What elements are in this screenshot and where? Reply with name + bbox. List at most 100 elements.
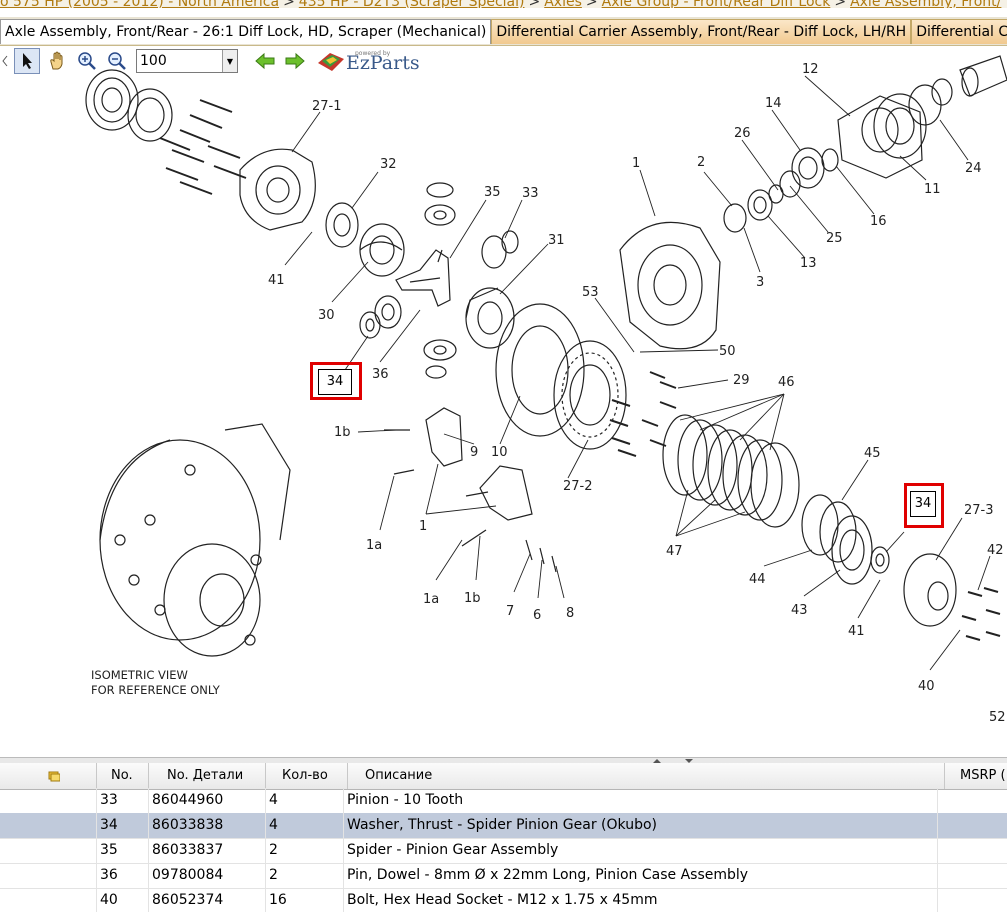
callout-1a[interactable]: 1a bbox=[366, 538, 382, 553]
header-no[interactable]: No. bbox=[96, 763, 148, 789]
zoom-out-button[interactable] bbox=[104, 48, 130, 74]
cell-empty bbox=[0, 888, 96, 912]
callout-50[interactable]: 50 bbox=[719, 344, 736, 359]
arrow-right-icon bbox=[285, 52, 305, 70]
callout-29[interactable]: 29 bbox=[733, 373, 750, 388]
header-msrp[interactable]: MSRP ( bbox=[944, 763, 1007, 789]
table-row[interactable]: 33 86044960 4 Pinion - 10 Tooth bbox=[0, 788, 1007, 814]
shaft-top-right bbox=[959, 55, 1007, 97]
callout-47[interactable]: 47 bbox=[666, 544, 683, 559]
clutch-plate-27-2 bbox=[553, 340, 627, 450]
callout-41[interactable]: 41 bbox=[268, 273, 285, 288]
callout-27-1[interactable]: 27-1 bbox=[312, 99, 342, 114]
callout-11[interactable]: 11 bbox=[924, 182, 941, 197]
ezparts-logo-icon bbox=[318, 53, 344, 71]
tab-differential-carrier[interactable]: Differential Carrier Assembly, Front/Rea… bbox=[491, 19, 912, 44]
callout-9[interactable]: 9 bbox=[470, 445, 478, 460]
collapse-arrow-icon[interactable] bbox=[0, 48, 10, 74]
callout-35[interactable]: 35 bbox=[484, 185, 501, 200]
parts-table: No. No. Детали Кол-во Описание MSRP ( 33… bbox=[0, 763, 1007, 912]
zoom-in-button[interactable] bbox=[74, 48, 100, 74]
cell-part-number: 09780084 bbox=[148, 863, 265, 888]
callout-13[interactable]: 13 bbox=[800, 256, 817, 271]
cell-no: 40 bbox=[96, 888, 148, 912]
callout-34[interactable]: 34 bbox=[318, 369, 352, 395]
pinion-gear-left bbox=[374, 295, 402, 329]
zoom-out-icon bbox=[108, 52, 126, 70]
callout-12[interactable]: 12 bbox=[802, 62, 819, 77]
header-part-number[interactable]: No. Детали bbox=[148, 763, 265, 789]
cell-quantity: 4 bbox=[265, 788, 347, 813]
header-quantity[interactable]: Кол-во bbox=[265, 763, 347, 789]
callout-1b[interactable]: 1b bbox=[334, 425, 351, 440]
callout-31[interactable]: 31 bbox=[548, 233, 565, 248]
select-pointer-button[interactable] bbox=[14, 48, 40, 74]
chevron-down-icon[interactable]: ▼ bbox=[222, 50, 237, 72]
cell-part-number: 86052374 bbox=[148, 888, 265, 912]
callout-1[interactable]: 1 bbox=[419, 519, 427, 534]
cell-quantity: 2 bbox=[265, 863, 347, 888]
tab-axle-assembly[interactable]: Axle Assembly, Front/Rear - 26:1 Diff Lo… bbox=[0, 19, 492, 44]
breadcrumb-link[interactable]: 435 HP - D2T3 (Scraper Special) bbox=[299, 0, 525, 8]
callout-52[interactable]: 52 bbox=[989, 710, 1006, 725]
highlight-box[interactable]: 34 bbox=[310, 362, 362, 400]
callout-14[interactable]: 14 bbox=[765, 96, 782, 111]
tab-differential-c[interactable]: Differential C bbox=[911, 19, 1007, 44]
pan-button[interactable] bbox=[44, 48, 70, 74]
header-flag[interactable] bbox=[0, 763, 96, 789]
breadcrumb-link[interactable]: Axle Group - Front/Rear Diff Lock bbox=[602, 0, 831, 8]
callout-44[interactable]: 44 bbox=[749, 572, 766, 587]
callout-26[interactable]: 26 bbox=[734, 126, 751, 141]
callout-1b[interactable]: 1b bbox=[464, 591, 481, 606]
callout-42[interactable]: 42 bbox=[987, 543, 1004, 558]
zoom-level-value: 100 bbox=[140, 53, 167, 69]
table-row[interactable]: 40 86052374 16 Bolt, Hex Head Socket - M12 … bbox=[0, 888, 1007, 912]
cell-part-number: 86044960 bbox=[148, 788, 265, 813]
callout-25[interactable]: 25 bbox=[826, 231, 843, 246]
breadcrumb-link[interactable]: Axle Assembly, Front/ bbox=[850, 0, 1001, 8]
callout-45[interactable]: 45 bbox=[864, 446, 881, 461]
callout-36[interactable]: 36 bbox=[372, 367, 389, 382]
cell-part-number: 86033838 bbox=[148, 813, 265, 838]
arrow-left-icon bbox=[255, 52, 275, 70]
breadcrumb-link[interactable]: o 575 HP (2005 - 2012) - North America bbox=[0, 0, 279, 8]
breadcrumb-link[interactable]: Axles bbox=[544, 0, 582, 8]
callout-43[interactable]: 43 bbox=[791, 603, 808, 618]
zoom-in-icon bbox=[78, 52, 96, 70]
callout-53[interactable]: 53 bbox=[582, 285, 599, 300]
callout-1[interactable]: 1 bbox=[632, 156, 640, 171]
table-row[interactable]: 36 09780084 2 Pin, Dowel - 8mm Ø x 22mm Lon… bbox=[0, 863, 1007, 889]
callout-7[interactable]: 7 bbox=[506, 604, 514, 619]
callout-2[interactable]: 2 bbox=[697, 155, 705, 170]
callout-27-3[interactable]: 27-3 bbox=[964, 503, 994, 518]
callout-10[interactable]: 10 bbox=[491, 445, 508, 460]
cell-empty bbox=[937, 863, 1007, 888]
next-button[interactable] bbox=[282, 48, 308, 74]
highlight-box[interactable]: 34 bbox=[904, 483, 944, 528]
callout-6[interactable]: 6 bbox=[533, 608, 541, 623]
table-row[interactable]: 34 86033838 4 Washer, Thrust - Spider Pinio… bbox=[0, 813, 1007, 839]
callout-32[interactable]: 32 bbox=[380, 157, 397, 172]
callout-30[interactable]: 30 bbox=[318, 308, 335, 323]
callout-27-2[interactable]: 27-2 bbox=[563, 479, 593, 494]
header-description[interactable]: Описание bbox=[347, 763, 944, 789]
carrier-housing-1 bbox=[619, 221, 721, 350]
cell-no: 35 bbox=[96, 838, 148, 863]
callout-8[interactable]: 8 bbox=[566, 606, 574, 621]
cell-no: 34 bbox=[96, 813, 148, 838]
hand-icon bbox=[50, 51, 63, 70]
callout-46[interactable]: 46 bbox=[778, 375, 795, 390]
callout-40[interactable]: 40 bbox=[918, 679, 935, 694]
callout-16[interactable]: 16 bbox=[870, 214, 887, 229]
callout-34[interactable]: 34 bbox=[910, 491, 936, 517]
table-row[interactable]: 35 86033837 2 Spider - Pinion Gear Assembly bbox=[0, 838, 1007, 864]
callout-1a[interactable]: 1a bbox=[423, 592, 439, 607]
callout-41[interactable]: 41 bbox=[848, 624, 865, 639]
callout-33[interactable]: 33 bbox=[522, 186, 539, 201]
cell-quantity: 2 bbox=[265, 838, 347, 863]
zoom-level-select[interactable]: 100 ▼ bbox=[136, 49, 238, 73]
cell-empty bbox=[937, 788, 1007, 813]
callout-3[interactable]: 3 bbox=[756, 275, 764, 290]
previous-button[interactable] bbox=[252, 48, 278, 74]
callout-24[interactable]: 24 bbox=[965, 161, 982, 176]
